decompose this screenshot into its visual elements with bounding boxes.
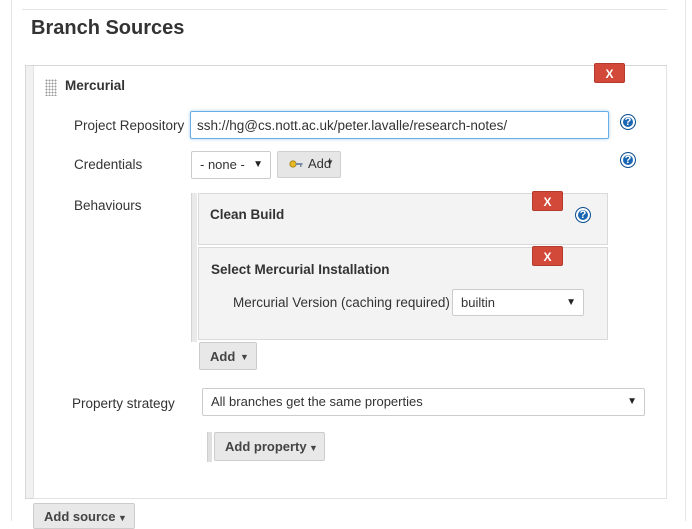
caret-down-icon: ▼ [326,158,334,167]
add-behaviour-button[interactable]: Add ▼ [199,342,257,370]
delete-mercurial-installation-button[interactable]: X [532,246,563,266]
add-property-label: Add property [225,439,307,454]
property-strategy-value: All branches get the same properties [211,394,423,409]
clean-build-title: Clean Build [210,207,285,222]
help-icon[interactable]: ? [620,114,636,130]
mercurial-version-label: Mercurial Version (caching required) [233,295,450,310]
help-icon[interactable]: ? [620,152,636,168]
credentials-select-value: - none - [200,157,245,172]
add-source-label: Add source [44,509,116,524]
key-icon [289,160,303,168]
caret-down-icon: ▼ [566,297,576,308]
add-property-button[interactable]: Add property ▼ [214,432,325,461]
mercurial-installation-title: Select Mercurial Installation [211,262,390,277]
project-repository-input[interactable] [190,111,609,139]
add-property-rail [207,432,212,462]
page-left-border [11,0,12,521]
behaviours-rail [191,193,197,342]
caret-down-icon: ▼ [118,513,127,523]
add-source-button[interactable]: Add source ▼ [33,503,135,529]
add-behaviour-label: Add [210,349,236,364]
help-icon[interactable]: ? [575,207,591,223]
page-right-border [685,0,686,521]
delete-source-button[interactable]: X [594,63,625,83]
property-strategy-label: Property strategy [72,396,175,411]
credentials-select[interactable]: - none - ▼ [191,151,271,179]
caret-down-icon: ▼ [240,352,249,362]
mercurial-version-select[interactable]: builtin ▼ [452,289,584,316]
property-strategy-select[interactable]: All branches get the same properties ▼ [202,388,645,416]
section-title: Branch Sources [31,17,185,39]
delete-clean-build-button[interactable]: X [532,191,563,211]
drag-handle-icon[interactable] [45,79,57,96]
caret-down-icon: ▼ [253,159,263,170]
section-divider [22,9,667,10]
credentials-label: Credentials [74,157,143,172]
mercurial-version-value: builtin [461,295,495,310]
help-glyph: ? [579,209,587,221]
help-glyph: ? [624,154,632,166]
behaviours-label: Behaviours [74,198,142,213]
help-glyph: ? [624,116,632,128]
caret-down-icon: ▼ [309,443,318,453]
add-credentials-button[interactable]: Add ▼ [277,151,341,178]
caret-down-icon: ▼ [627,396,637,407]
source-title: Mercurial [65,78,126,93]
project-repository-label: Project Repository [74,118,185,133]
